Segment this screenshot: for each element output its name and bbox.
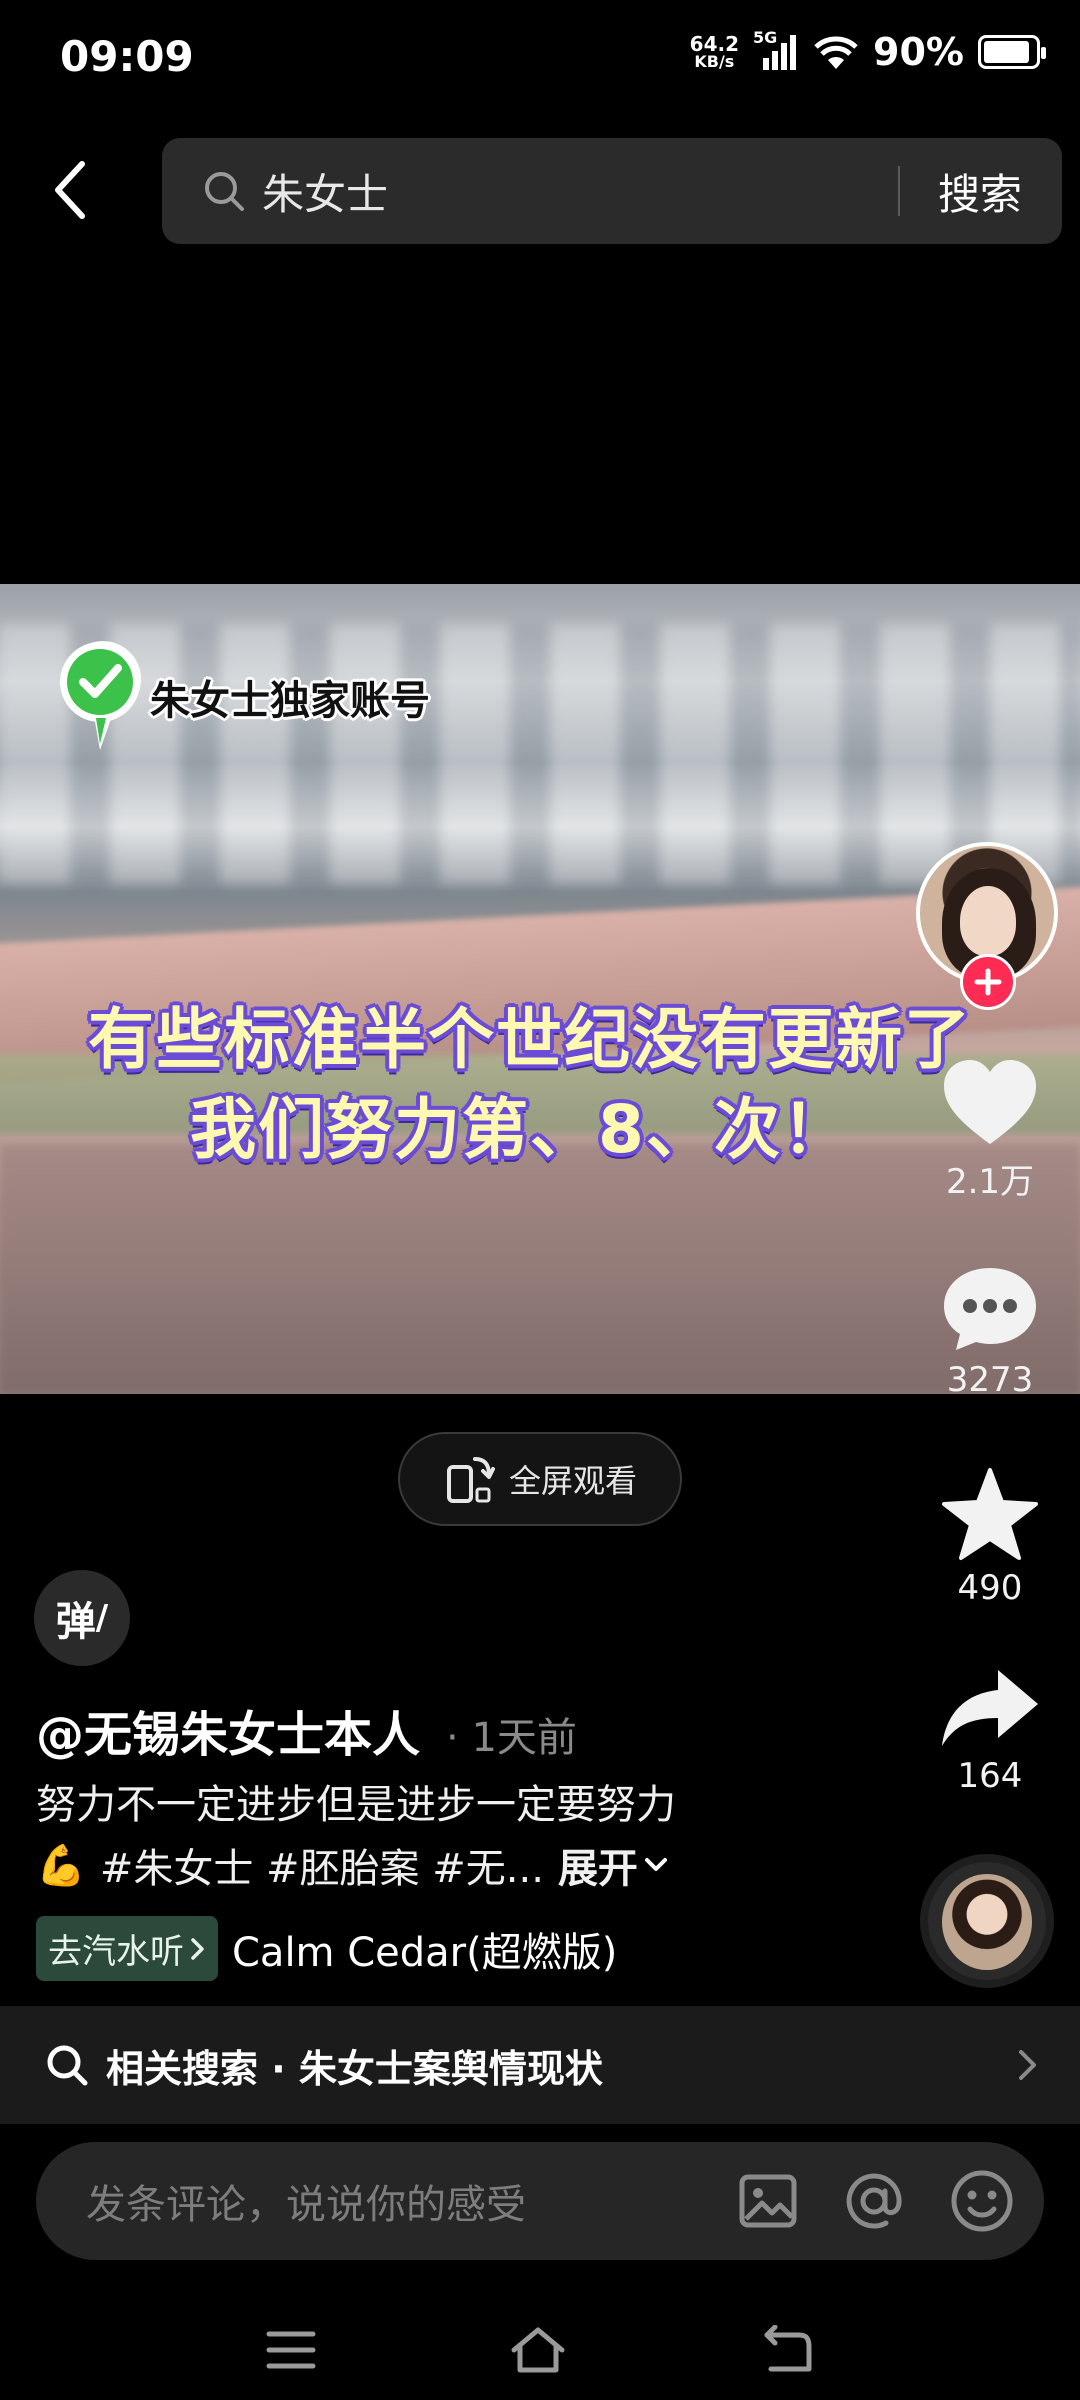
back-nav-icon[interactable]	[759, 2325, 815, 2375]
flexed-biceps-icon: 💪	[36, 1842, 86, 1889]
music-line: 去汽水听 Calm Cedar(超燃版)	[36, 1916, 617, 1981]
status-bar: 09:09 64.2 KB/s 5G 90%	[0, 0, 1080, 120]
home-icon[interactable]	[508, 2324, 568, 2376]
video-caption-line2: 我们努力第、8、次！	[190, 1091, 850, 1168]
music-disc[interactable]	[920, 1854, 1054, 1988]
watermark-text: 朱女士独家账号	[150, 678, 430, 724]
fullscreen-rotate-icon	[446, 1457, 495, 1503]
battery-icon	[978, 35, 1046, 69]
slash-icon: /	[95, 1598, 109, 1638]
back-button[interactable]	[50, 155, 110, 225]
author-line: @无锡朱女士本人 · 1天前	[36, 1695, 577, 1765]
search-bar[interactable]: 朱女士 搜索	[162, 138, 1062, 244]
heart-icon	[944, 1060, 1036, 1144]
menu-icon[interactable]	[265, 2328, 317, 2372]
battery-percent: 90%	[873, 30, 964, 74]
music-name[interactable]: Calm Cedar(超燃版)	[232, 1920, 617, 1978]
comment-bubble-icon	[944, 1268, 1036, 1350]
plus-icon	[974, 968, 1002, 996]
expand-button[interactable]: 展开	[558, 1836, 668, 1894]
author-name[interactable]: @无锡朱女士本人	[36, 1695, 420, 1765]
danmaku-toggle-button[interactable]: 弹 /	[34, 1570, 130, 1666]
comment-button[interactable]: 3273	[920, 1264, 1060, 1400]
share-arrow-icon	[942, 1670, 1038, 1746]
post-hashtags[interactable]: #朱女士 #胚胎案 #无...	[100, 1836, 544, 1894]
danmaku-label: 弹	[55, 1599, 96, 1645]
wifi-icon	[814, 36, 858, 69]
like-button[interactable]: 2.1万	[920, 1058, 1060, 1203]
favorite-button[interactable]: 490	[920, 1466, 1060, 1608]
comment-tools	[738, 2169, 1014, 2233]
listen-in-app-tag[interactable]: 去汽水听	[36, 1916, 218, 1981]
share-count: 164	[957, 1756, 1023, 1796]
search-button[interactable]: 搜索	[900, 161, 1062, 222]
at-mention-icon[interactable]	[842, 2169, 906, 2233]
checkmark-badge-icon	[60, 641, 141, 750]
system-nav-bar	[0, 2300, 1080, 2400]
emoji-icon[interactable]	[950, 2169, 1014, 2233]
image-icon[interactable]	[738, 2171, 798, 2231]
search-input[interactable]: 朱女士	[262, 161, 898, 222]
chevron-left-icon	[55, 161, 85, 219]
network-speed-value: 64.2	[689, 32, 740, 56]
chevron-right-icon	[1019, 2050, 1036, 2080]
comment-count: 3273	[946, 1360, 1034, 1400]
fullscreen-label: 全屏观看	[508, 1462, 637, 1500]
post-time: · 1天前	[446, 1715, 577, 1761]
follow-button[interactable]	[960, 954, 1016, 1010]
post-description: 努力不一定进步但是进步一定要努力	[36, 1782, 676, 1828]
status-icons: 64.2 KB/s 5G 90%	[690, 28, 1046, 74]
chevron-down-icon	[644, 1858, 667, 1871]
comment-bar: 发条评论，说说你的感受	[36, 2142, 1044, 2260]
music-tag-label: 去汽水听	[48, 1932, 184, 1972]
star-icon	[942, 1468, 1038, 1560]
search-icon	[205, 172, 244, 211]
fullscreen-button[interactable]: 全屏观看	[398, 1432, 682, 1526]
related-search-text: 相关搜索 · 朱女士案舆情现状	[106, 2046, 603, 2091]
video-caption-line1: 有些标准半个世纪没有更新了	[88, 1001, 972, 1078]
network-speed: 64.2 KB/s	[690, 34, 739, 70]
expand-label: 展开	[557, 1846, 638, 1892]
video-watermark: 朱女士独家账号	[56, 638, 430, 756]
video-player[interactable]: 朱女士独家账号 有些标准半个世纪没有更新了 我们努力第、8、次！	[0, 584, 1080, 1394]
chevron-right-icon	[191, 1937, 204, 1960]
network-speed-unit: KB/s	[694, 52, 735, 71]
share-button[interactable]: 164	[920, 1666, 1060, 1796]
post-description-line2: 💪 #朱女士 #胚胎案 #无... 展开	[36, 1836, 668, 1894]
related-search-bar[interactable]: 相关搜索 · 朱女士案舆情现状	[0, 2006, 1080, 2124]
favorite-count: 490	[957, 1568, 1023, 1608]
search-icon	[47, 2045, 88, 2086]
comment-input[interactable]: 发条评论，说说你的感受	[86, 2172, 738, 2230]
like-count: 2.1万	[945, 1162, 1035, 1202]
status-time: 09:09	[60, 32, 194, 81]
signal-icon: 5G	[753, 28, 799, 72]
